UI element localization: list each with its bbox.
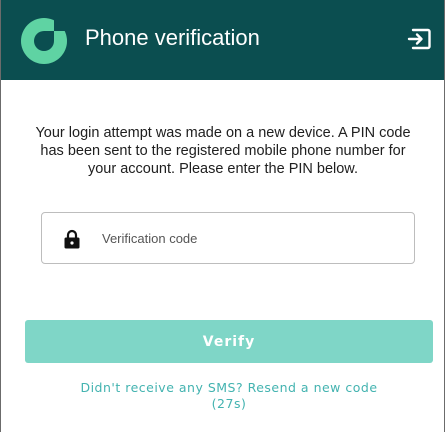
app-header: Phone verification (1, 0, 444, 80)
lock-icon (64, 229, 80, 249)
page-title: Phone verification (85, 25, 260, 50)
resend-countdown: (27s) (211, 396, 247, 411)
resend-code-link[interactable]: Didn't receive any SMS? Resend a new cod… (41, 380, 417, 412)
logo-icon (21, 18, 71, 64)
verify-button[interactable]: Verify (25, 320, 433, 363)
phone-verification-screen: Phone verification Your login attempt wa… (0, 0, 445, 432)
verification-message: Your login attempt was made on a new dev… (35, 125, 411, 177)
logout-icon[interactable] (407, 26, 433, 52)
verification-code-field[interactable] (41, 212, 415, 264)
verification-code-input[interactable] (102, 213, 402, 263)
resend-text: Didn't receive any SMS? Resend a new cod… (80, 380, 378, 395)
